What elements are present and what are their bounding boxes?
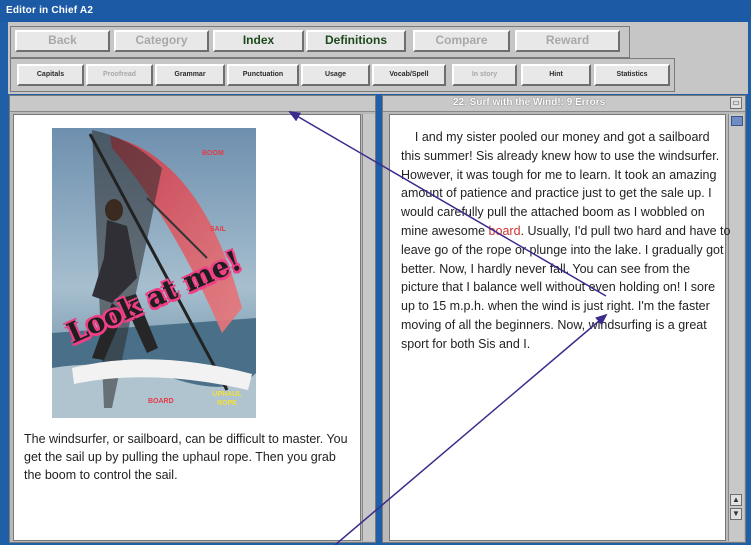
annotation-arrows: [288, 110, 608, 545]
arrow-pointer-icon: [334, 313, 608, 545]
arrow-pointer-icon: [288, 110, 607, 297]
